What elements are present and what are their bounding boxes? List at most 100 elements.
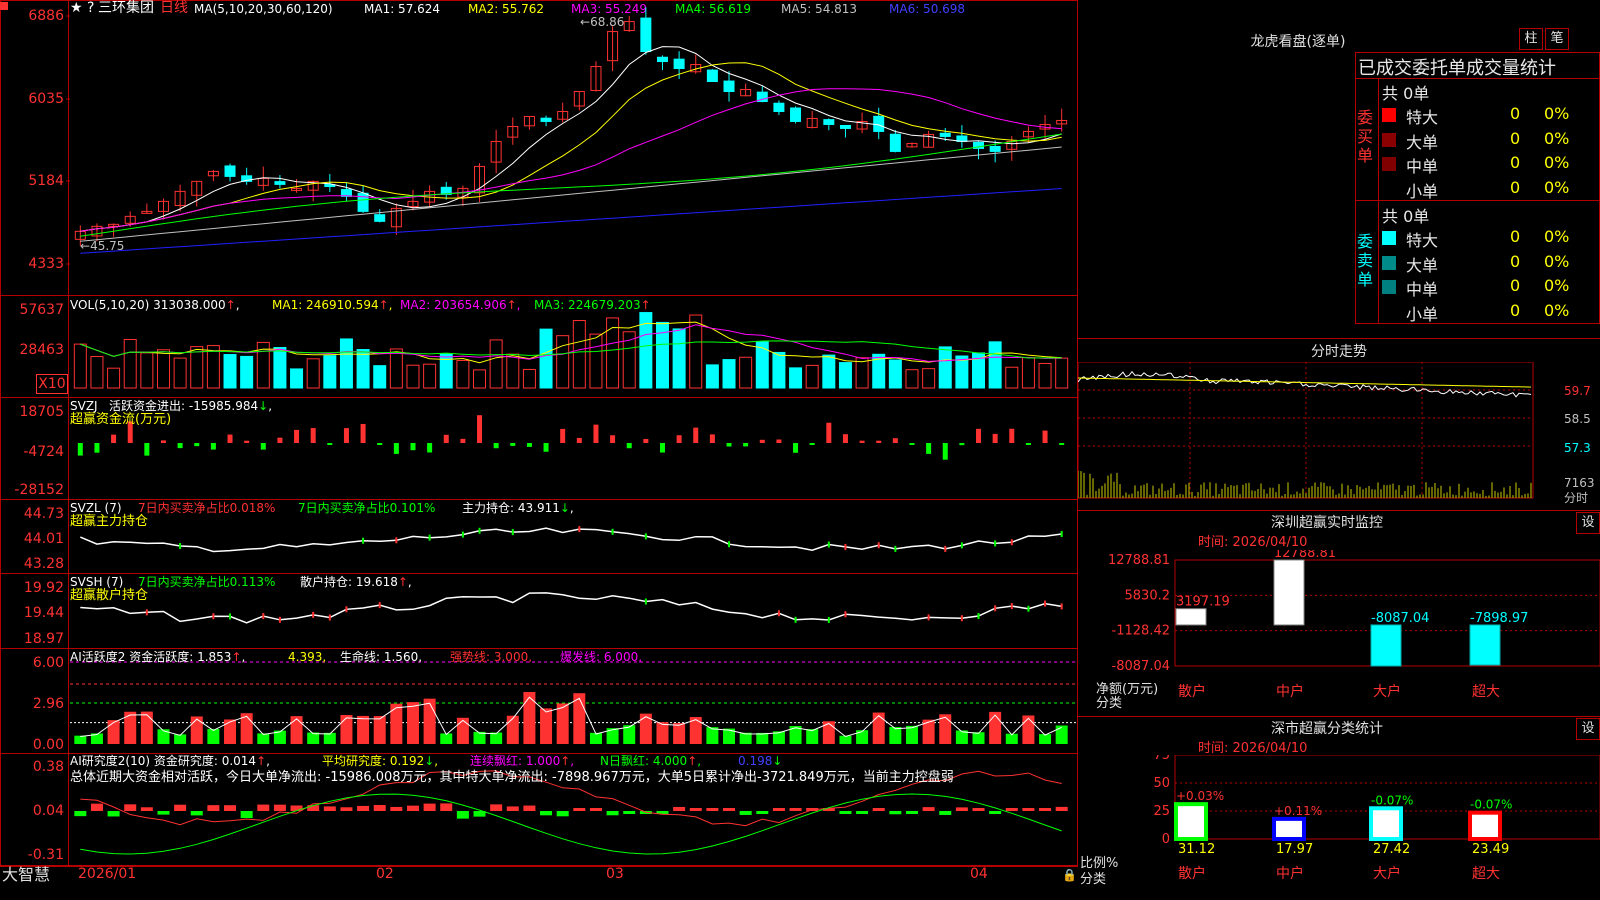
position-tick (960, 615, 963, 622)
class-category: 大户 (1373, 865, 1401, 882)
sz-class-xlabel: 分类 (1080, 872, 1107, 887)
bar-view-button[interactable]: 柱 (1519, 28, 1543, 50)
research-bar (340, 807, 353, 811)
svzl-text2: 7日内买卖净占比0.101% (298, 501, 436, 515)
volume-bar (988, 341, 1002, 389)
activity-bar (207, 728, 220, 744)
volume-bar (123, 339, 137, 389)
activity-bar (190, 716, 203, 744)
activity-bar (373, 716, 386, 744)
sz-class-chart[interactable]: 75 50 25 0 +0.03% 31.12 散户 +0.11% 17.97 中户 -0.07% 2… (1078, 755, 1600, 900)
position-tick (262, 613, 265, 620)
divider (1078, 338, 1600, 339)
svzl-text1: 7日内买卖净占比0.018% (138, 501, 276, 515)
class-value-label: 17.97 (1276, 842, 1313, 857)
fund-flow-bar (194, 443, 200, 447)
ai3-summary: 总体近期大资金相对活跃，今日大单净流出: -15986.008万元，其中特大单净… (70, 770, 954, 785)
svzj-ytick: -28152 (14, 482, 64, 498)
research-bar (540, 811, 553, 816)
svzj-subtitle: 超赢资金流(万元) (70, 412, 172, 427)
svzl-subtitle: 超赢主力持仓 (70, 514, 149, 529)
xaxis-label: 2026/01 (78, 866, 137, 882)
candle-body (889, 133, 901, 152)
candle-body (790, 107, 802, 122)
activity-bar (872, 712, 885, 744)
vol-unit-button[interactable]: X10 (36, 374, 68, 394)
class-value-label: 23.49 (1472, 842, 1509, 857)
research-bar (357, 805, 370, 811)
research-bar (922, 807, 935, 811)
activity-bar (905, 725, 918, 744)
legend-swatch (1382, 305, 1396, 319)
research-bar (905, 811, 918, 814)
monitor-ytick: -1128.42 (1112, 624, 1170, 639)
sz-monitor-xlabel: 分类 (1096, 696, 1123, 711)
volume-bar (1038, 362, 1052, 389)
position-tick (794, 616, 797, 623)
xaxis-label: 04 (970, 866, 988, 882)
brand-logo[interactable]: 大智慧 (2, 866, 50, 884)
candle-body (673, 58, 685, 70)
position-tick (179, 543, 182, 550)
divider (1378, 78, 1379, 324)
ai3-ytick: 0.04 (32, 803, 64, 819)
position-tick (728, 541, 731, 548)
volume-bar (805, 364, 819, 389)
position-tick (960, 542, 963, 549)
activity-bar (290, 716, 303, 744)
fund-flow-bar (543, 443, 549, 452)
legend-swatch (1382, 231, 1396, 245)
svzl-title: SVZL (7) (70, 501, 122, 515)
volume-bar (73, 343, 87, 389)
activity-bar (972, 732, 985, 744)
lock-icon[interactable]: 🔒 (1062, 868, 1077, 882)
position-tick (212, 613, 215, 620)
candle-body (224, 165, 236, 177)
x-axis-line (0, 866, 1078, 867)
activity-bar (257, 733, 270, 744)
fund-flow-bar (360, 423, 366, 443)
ai-activity-chart[interactable] (0, 649, 1078, 753)
volume-bar (339, 338, 353, 389)
research-bar (157, 811, 170, 815)
fund-flow-bar (992, 433, 998, 443)
volume-bar (589, 333, 603, 389)
vol-ma3: MA3: 224679.203↑ (534, 298, 651, 312)
sz-class-settings-button[interactable]: 设 (1576, 718, 1600, 740)
sz-monitor-settings-button[interactable]: 设 (1576, 512, 1600, 534)
candle-body (939, 132, 951, 137)
class-category: 散户 (1178, 865, 1206, 882)
fund-flow-bar (460, 438, 466, 443)
fund-flow-bar (160, 440, 166, 443)
position-tick (428, 534, 431, 541)
volume-bar (606, 317, 620, 389)
position-tick (894, 545, 897, 552)
volume-bar (456, 360, 470, 389)
volume-bar (722, 359, 736, 389)
position-tick (1027, 605, 1030, 612)
class-change-label: +0.03% (1176, 789, 1224, 803)
fund-flow-bar (177, 443, 183, 449)
volume-bar (423, 363, 437, 389)
divider (1355, 78, 1600, 79)
activity-bar (822, 721, 835, 744)
fund-flow-bar (776, 439, 782, 443)
research-bar (739, 811, 752, 815)
tick-view-button[interactable]: 笔 (1545, 28, 1569, 50)
class-bar (1468, 810, 1502, 841)
ai2-ytick: 2.96 (32, 696, 64, 712)
position-tick (1060, 531, 1063, 538)
research-bar (972, 808, 985, 811)
candle-body (773, 102, 785, 112)
intraday-chart[interactable] (1078, 362, 1600, 508)
volume-bar (323, 355, 337, 389)
activity-bar (107, 720, 120, 744)
volume-bar (556, 335, 570, 389)
activity-bar (540, 708, 553, 744)
volume-bar (306, 358, 320, 389)
position-tick (927, 614, 930, 621)
kline-chart[interactable] (0, 0, 1078, 295)
research-bar (90, 803, 103, 811)
fund-flow-bar (393, 443, 399, 454)
sell-total: 共 0单 (1382, 207, 1430, 226)
